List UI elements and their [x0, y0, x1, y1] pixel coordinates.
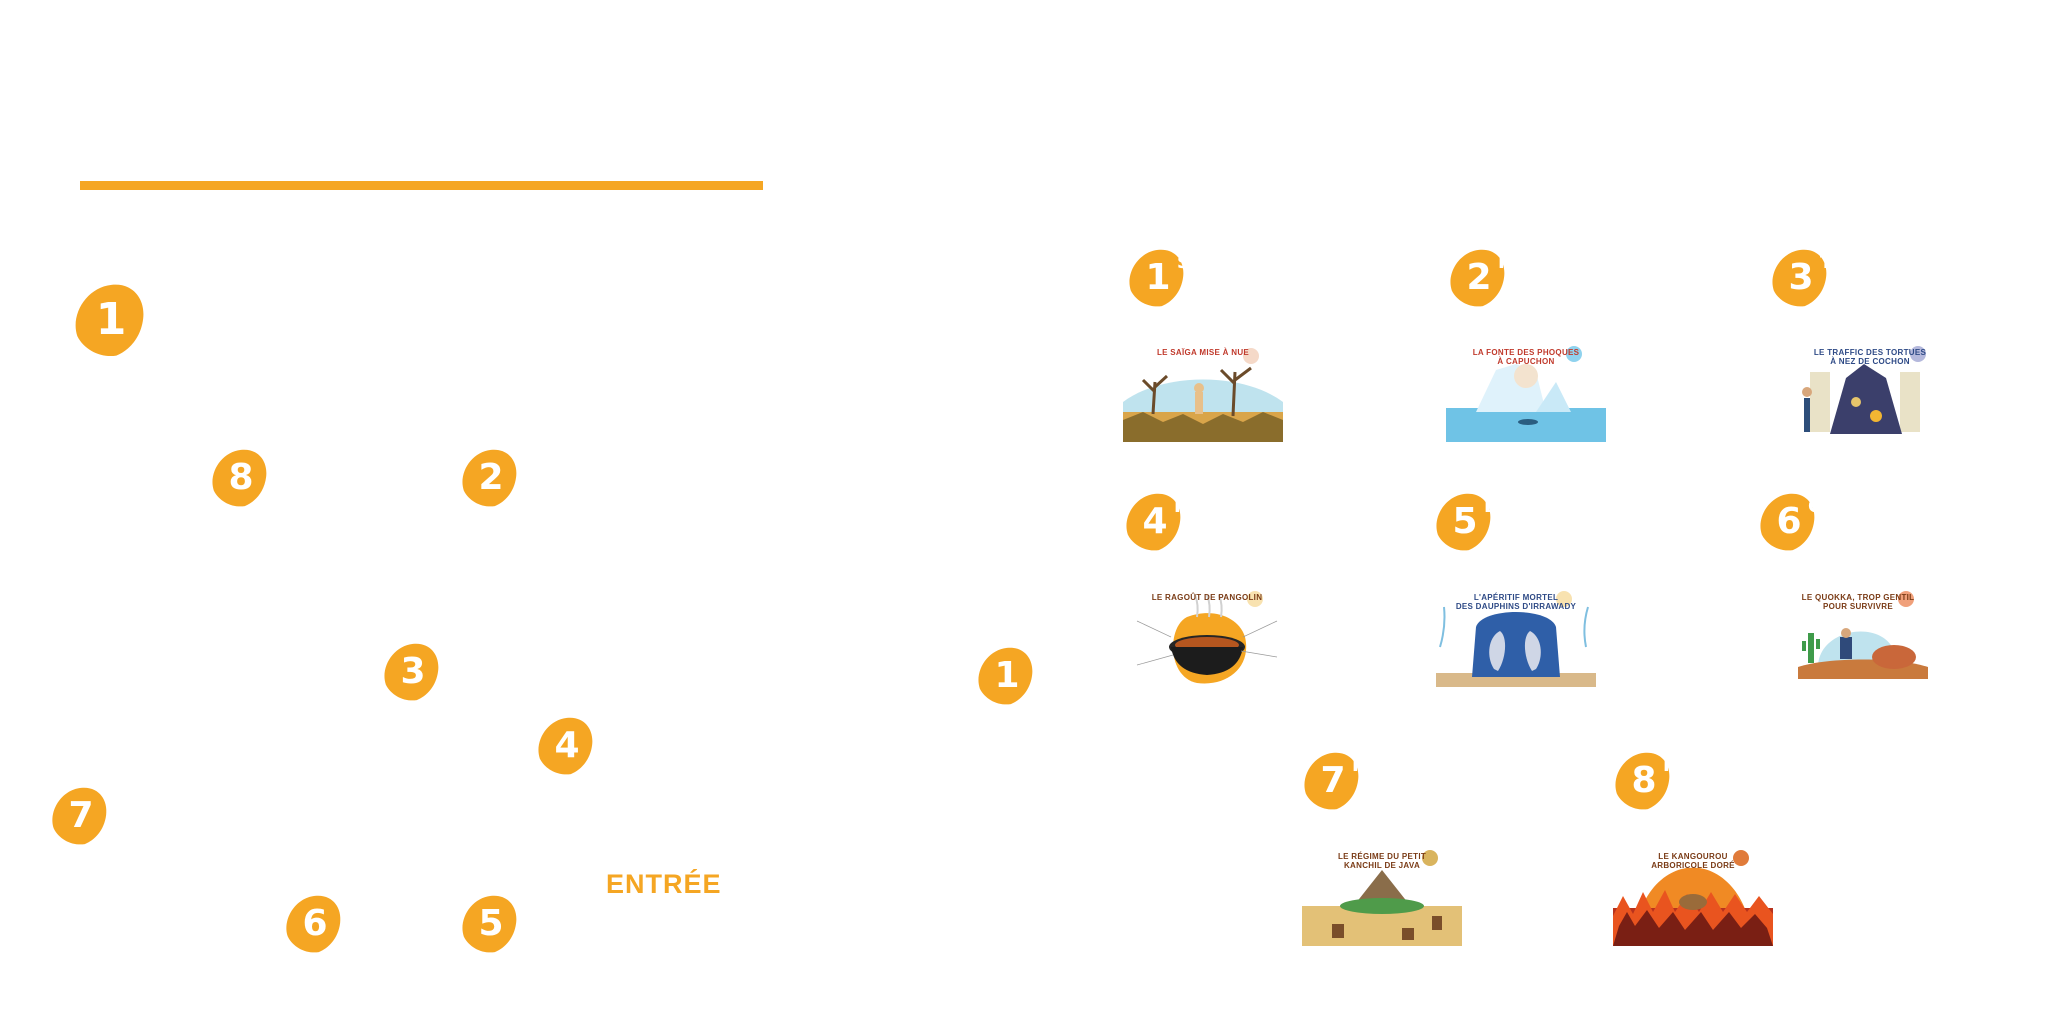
station-pin-7[interactable]: 7 P [1300, 749, 1366, 811]
pin-suffix: P [1174, 496, 1188, 517]
station-title-line2: À NEZ DE COCHON [1830, 357, 1910, 366]
station-pin-3[interactable]: 3 T [1768, 246, 1833, 308]
station-title-line1: LE SAÏGA MISE À NUE [1156, 348, 1250, 357]
pin-number: 1 [994, 654, 1020, 696]
stew-pot-illustration-icon [1127, 587, 1287, 687]
map-pin-4[interactable]: 4 [534, 714, 596, 776]
pin-number: 7 [68, 794, 94, 836]
pin-suffix: P [1352, 755, 1366, 776]
pin-number: 1 [95, 293, 127, 345]
station-title-line1: LE QUOKKA, TROP GENTIL [1801, 593, 1915, 602]
pin-suffix: K [1663, 755, 1677, 776]
station-pin-4[interactable]: 4 P [1122, 490, 1188, 552]
map-pin-8[interactable]: 8 [208, 446, 270, 508]
pin-number: 5 [478, 902, 504, 944]
map-pin-5[interactable]: 5 [458, 892, 520, 954]
station-thumbnail-dauphins[interactable]: L'APÉRITIF MORTEL DES DAUPHINS D'IRRAWAD… [1436, 587, 1596, 687]
station-title-line2: KANCHIL DE JAVA [1343, 861, 1421, 870]
station-thumbnail-quokka[interactable]: LE QUOKKA, TROP GENTIL POUR SURVIVRE [1778, 587, 1938, 687]
entrance-label: ENTRÉE [606, 869, 722, 899]
station-pin-8[interactable]: 8 K [1611, 749, 1677, 811]
station-title-line1: LE TRAFFIC DES TORTUES [1813, 348, 1927, 357]
pin-suffix: D [1484, 496, 1499, 517]
station-thumbnail-phoques[interactable]: LA FONTE DES PHOQUES À CAPUCHON [1446, 342, 1606, 442]
map-pin-6[interactable]: 6 [282, 892, 344, 954]
header-accent-bar [80, 181, 763, 190]
station-pin-6[interactable]: 6 C [1756, 490, 1822, 552]
station-title-line1: LE KANGOUROU [1658, 852, 1728, 861]
pin-suffix: S [1177, 252, 1190, 273]
station-thumbnail-kangourou[interactable]: LE KANGOUROU ARBORICOLE DORÉ [1613, 846, 1773, 946]
pin-number: 8 [228, 456, 254, 498]
pin-suffix: F [1498, 252, 1511, 273]
station-title-line1: LA FONTE DES PHOQUES [1472, 348, 1580, 357]
pin-number: 6 [302, 902, 328, 944]
map-pin-3[interactable]: 3 [380, 640, 442, 702]
center-pin-1[interactable]: 1 [974, 644, 1036, 706]
station-title-line2: DES DAUPHINS D'IRRAWADY [1455, 602, 1577, 611]
station-title-line2: ARBORICOLE DORÉ [1651, 861, 1735, 870]
station-pin-1[interactable]: 1 S [1125, 246, 1190, 308]
pin-number: 4 [554, 724, 580, 766]
station-thumbnail-tortues[interactable]: LE TRAFFIC DES TORTUES À NEZ DE COCHON [1790, 342, 1950, 442]
station-title-line1: LE RÉGIME DU PETIT [1337, 852, 1427, 861]
station-title-line1: LE RAGOÛT DE PANGOLIN [1151, 593, 1263, 602]
station-pin-2[interactable]: 2 F [1446, 246, 1511, 308]
map-pin-1[interactable]: 1 [70, 280, 148, 358]
station-thumbnail-kanchil[interactable]: LE RÉGIME DU PETIT KANCHIL DE JAVA [1302, 846, 1462, 946]
station-thumbnail-pangolin[interactable]: LE RAGOÛT DE PANGOLIN [1127, 587, 1287, 687]
pin-suffix: C [1808, 496, 1822, 517]
station-title-line2: À CAPUCHON [1497, 357, 1555, 366]
station-title-line2: POUR SURVIVRE [1823, 602, 1893, 611]
station-pin-5[interactable]: 5 D [1432, 490, 1499, 552]
pin-suffix: T [1820, 252, 1833, 273]
savanna-illustration-icon [1123, 342, 1283, 442]
pin-number: 3 [400, 650, 426, 692]
map-pin-7[interactable]: 7 [48, 784, 110, 846]
station-title-line1: L'APÉRITIF MORTEL [1473, 593, 1559, 602]
map-pin-2[interactable]: 2 [458, 446, 520, 508]
station-thumbnail-saiga[interactable]: LE SAÏGA MISE À NUE [1123, 342, 1283, 442]
pin-number: 2 [478, 456, 504, 498]
